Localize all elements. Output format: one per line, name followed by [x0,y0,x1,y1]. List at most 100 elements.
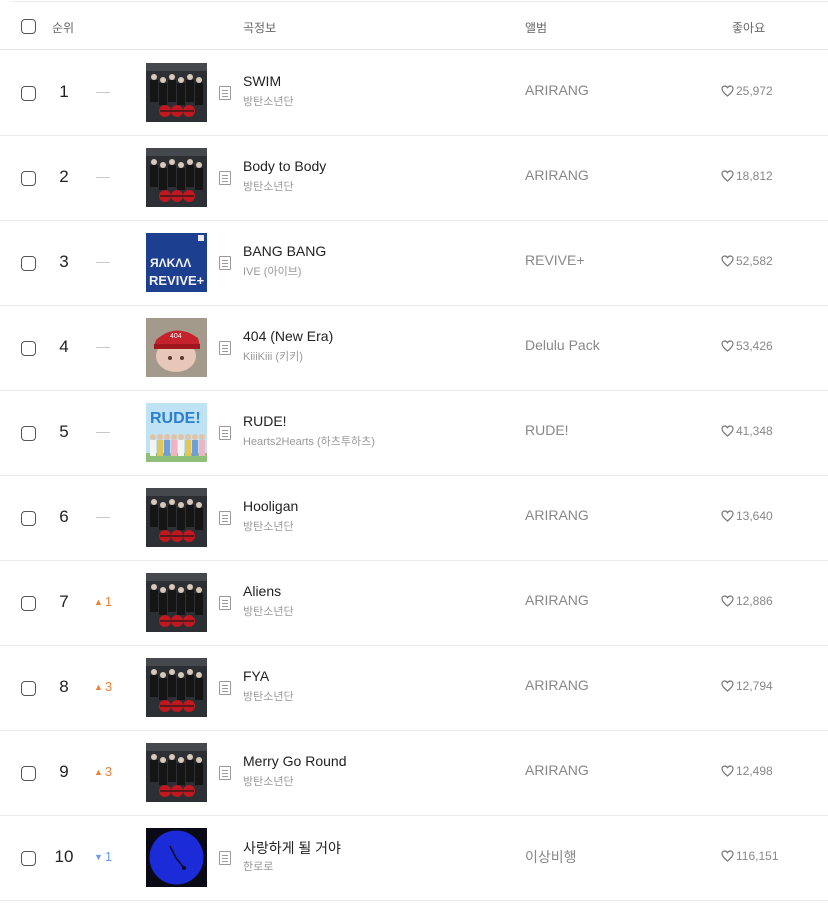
like-button[interactable]: 52,582 [721,254,773,268]
album-name[interactable]: Delulu Pack [525,337,600,353]
lyrics-icon[interactable] [219,766,231,780]
chart-row[interactable]: 2 Body to Body 방탄소년단 ARIRANG 18,812 [0,136,828,221]
heart-icon [721,255,734,267]
lyrics-icon[interactable] [219,851,231,865]
rank-change-down: ▼ 1 [94,849,124,865]
album-name[interactable]: ARIRANG [525,677,589,693]
like-button[interactable]: 53,426 [721,339,773,353]
row-checkbox[interactable] [21,171,36,186]
rank-change-up: ▲ 1 [94,594,124,610]
album-name[interactable]: ARIRANG [525,762,589,778]
artist-name[interactable]: 한로로 [243,858,273,874]
like-count: 12,498 [736,764,773,778]
rank-change-value: 3 [104,764,113,779]
row-checkbox[interactable] [21,341,36,356]
album-name[interactable]: REVIVE+ [525,252,585,268]
artist-name[interactable]: 방탄소년단 [243,518,294,534]
lyrics-icon[interactable] [219,596,231,610]
song-title[interactable]: 404 (New Era) [243,328,333,344]
like-count: 52,582 [736,254,773,268]
song-title[interactable]: BANG BANG [243,243,326,259]
song-title[interactable]: 사랑하게 될 거야 [243,838,341,858]
like-button[interactable]: 25,972 [721,84,773,98]
lyrics-icon[interactable] [219,256,231,270]
row-checkbox[interactable] [21,426,36,441]
lyrics-icon[interactable] [219,511,231,525]
album-cover[interactable] [146,743,207,802]
rank-number: 1 [59,82,69,101]
chart-header: 순위 곡정보 앨범 좋아요 [0,2,828,50]
album-name[interactable]: ARIRANG [525,82,589,98]
album-cover[interactable] [146,658,207,717]
album-name[interactable]: 이상비행 [525,847,577,867]
no-change-dash-icon [96,177,110,178]
song-title[interactable]: FYA [243,668,269,684]
song-title[interactable]: Hooligan [243,498,298,514]
song-title[interactable]: Merry Go Round [243,753,346,769]
chart-row[interactable]: 8 ▲ 3 FYA 방탄소년단 ARIRANG 12,794 [0,646,828,731]
artist-name[interactable]: 방탄소년단 [243,603,294,619]
like-button[interactable]: 116,151 [721,849,779,863]
album-cover[interactable]: RUDE! [146,403,207,462]
album-cover[interactable] [146,828,207,887]
artist-name[interactable]: 방탄소년단 [243,178,294,194]
row-checkbox[interactable] [21,596,36,611]
artist-name[interactable]: 방탄소년단 [243,688,294,704]
like-button[interactable]: 18,812 [721,169,773,183]
select-all-checkbox[interactable] [21,19,36,34]
album-name[interactable]: ARIRANG [525,167,589,183]
album-cover[interactable]: ЯΛKΛΛ REVIVE+ [146,233,207,292]
album-cover[interactable]: 404 [146,318,207,377]
artist-name[interactable]: Hearts2Hearts (하츠투하츠) [243,433,375,449]
row-checkbox[interactable] [21,681,36,696]
row-checkbox[interactable] [21,86,36,101]
like-button[interactable]: 12,794 [721,679,773,693]
rank-number: 3 [59,252,69,271]
artist-name[interactable]: 방탄소년단 [243,773,294,789]
song-title[interactable]: Aliens [243,583,281,599]
chart-row[interactable]: 3 ЯΛKΛΛ REVIVE+ BANG BANG IVE (아이브) REVI… [0,221,828,306]
heart-icon [721,680,734,692]
like-button[interactable]: 12,498 [721,764,773,778]
heart-icon [721,765,734,777]
album-cover[interactable] [146,573,207,632]
album-name[interactable]: ARIRANG [525,507,589,523]
album-name[interactable]: ARIRANG [525,592,589,608]
row-checkbox[interactable] [21,256,36,271]
song-title[interactable]: Body to Body [243,158,326,174]
row-checkbox[interactable] [21,851,36,866]
row-checkbox[interactable] [21,511,36,526]
song-title[interactable]: SWIM [243,73,281,89]
heart-icon [721,510,734,522]
lyrics-icon[interactable] [219,426,231,440]
like-button[interactable]: 13,640 [721,509,773,523]
artist-name[interactable]: 방탄소년단 [243,93,294,109]
album-cover[interactable] [146,488,207,547]
chart-row[interactable]: 10 ▼ 1 사랑하게 될 거야 한로로 이상비행 116,151 [0,816,828,901]
like-count: 53,426 [736,339,773,353]
rank-number: 2 [59,167,69,186]
row-checkbox[interactable] [21,766,36,781]
like-button[interactable]: 12,886 [721,594,773,608]
chart-row[interactable]: 4 404 404 (New Era) KiiiKiii (키키) Delulu… [0,306,828,391]
album-name[interactable]: RUDE! [525,422,569,438]
artist-name[interactable]: IVE (아이브) [243,263,301,279]
rank-number: 6 [59,507,69,526]
chart-row[interactable]: 1 SWIM 방탄소년단 ARIRANG 25,972 [0,51,828,136]
chart-row[interactable]: 9 ▲ 3 Merry Go Round 방탄소년단 ARIRANG 12,498 [0,731,828,816]
artist-name[interactable]: KiiiKiii (키키) [243,348,303,364]
song-title[interactable]: RUDE! [243,413,287,429]
chart-row[interactable]: 6 Hooligan 방탄소년단 ARIRANG 13,640 [0,476,828,561]
rank-number: 7 [59,592,69,611]
chart-row[interactable]: 7 ▲ 1 Aliens 방탄소년단 ARIRANG 12,886 [0,561,828,646]
lyrics-icon[interactable] [219,681,231,695]
chart-row[interactable]: 5 RUDE! RUDE! Hearts2Hearts (하츠투하츠) RUDE… [0,391,828,476]
album-cover[interactable] [146,63,207,122]
lyrics-icon[interactable] [219,341,231,355]
lyrics-icon[interactable] [219,86,231,100]
lyrics-icon[interactable] [219,171,231,185]
svg-text:REVIVE+: REVIVE+ [149,273,205,288]
like-count: 18,812 [736,169,773,183]
album-cover[interactable] [146,148,207,207]
like-button[interactable]: 41,348 [721,424,773,438]
